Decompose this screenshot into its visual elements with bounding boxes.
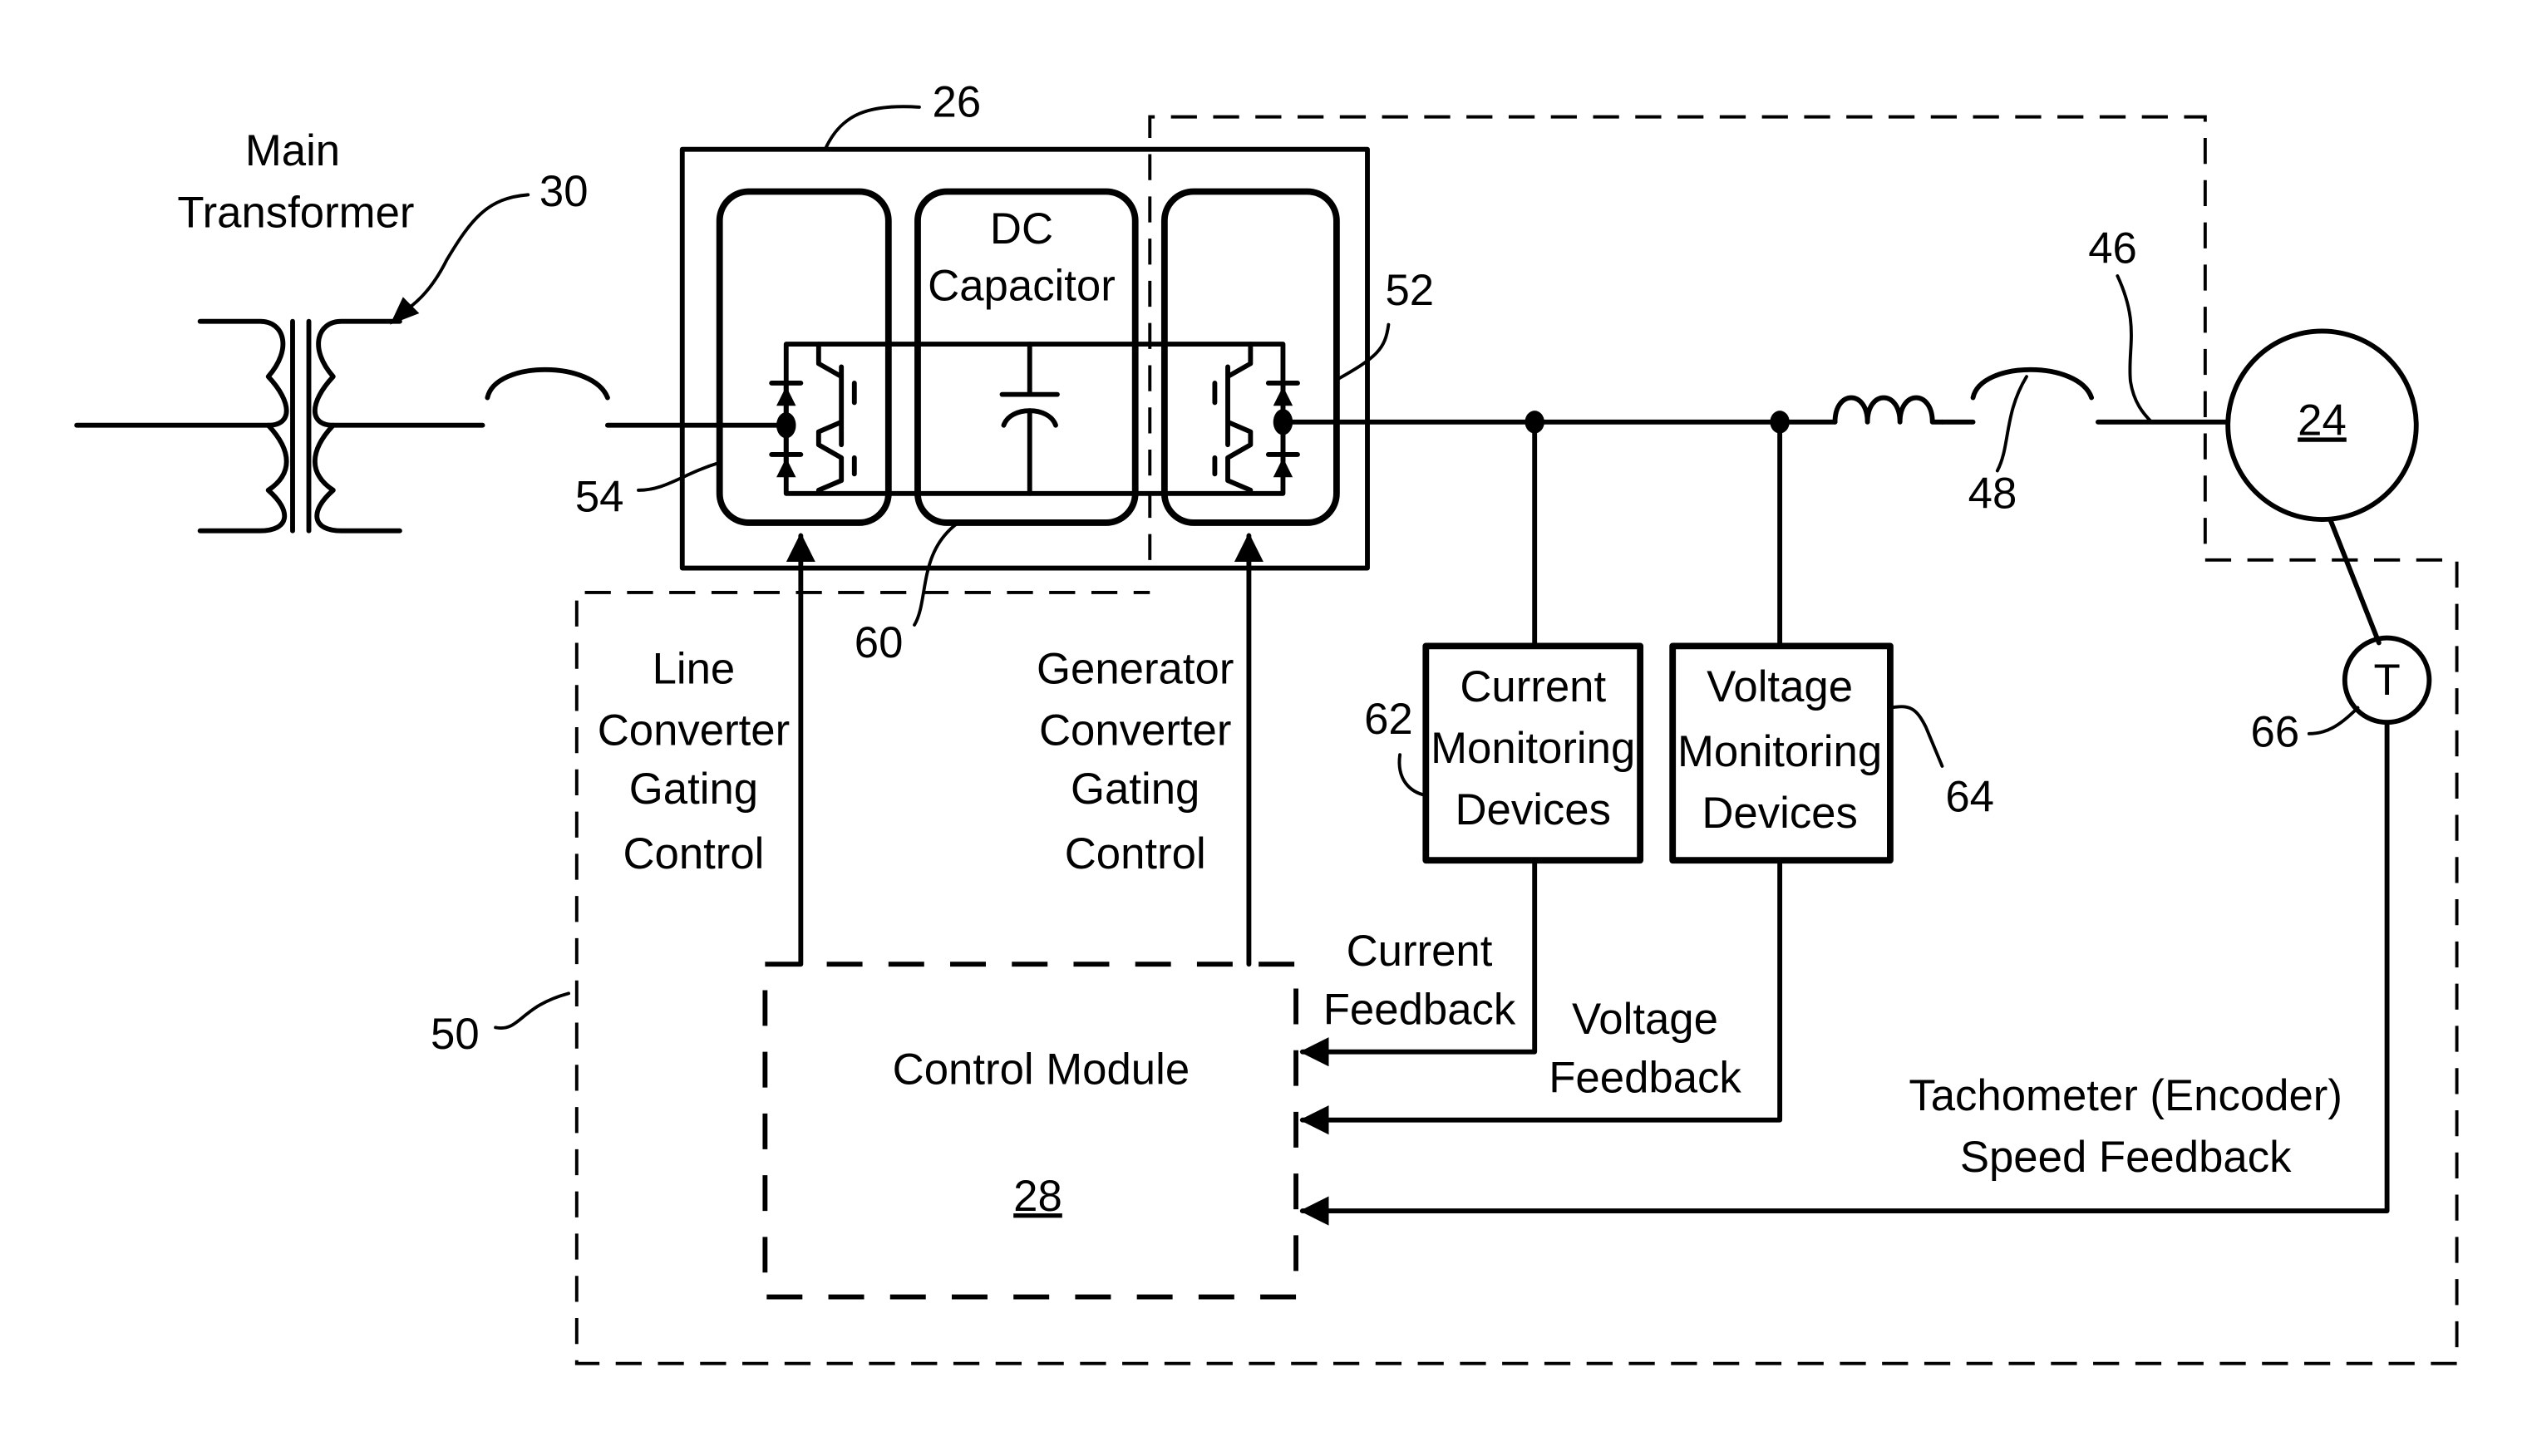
tach-symbol: T <box>2373 656 2400 705</box>
leader-60 <box>913 520 960 627</box>
line-gating-line2: Converter <box>598 706 790 755</box>
ref-64: 64 <box>1945 773 1994 822</box>
power-converter: 26 54 DC Capacitor 52 60 <box>575 78 1434 667</box>
ref-48: 48 <box>1968 469 2017 518</box>
generator-gating-line4: Control <box>1065 829 1206 878</box>
leader-30 <box>393 193 530 320</box>
diode-4 <box>1273 457 1293 478</box>
current-monitoring-line3: Devices <box>1455 785 1611 834</box>
speed-feedback-line2: Speed Feedback <box>1960 1133 2292 1182</box>
dc-label-line1: DC <box>990 204 1053 253</box>
ref-52: 52 <box>1385 266 1434 315</box>
current-monitoring-line1: Current <box>1460 662 1606 711</box>
ref-26: 26 <box>933 78 982 127</box>
transformer-label-line2: Transformer <box>177 188 414 237</box>
leader-62 <box>1397 753 1428 798</box>
voltage-feedback-line1: Voltage <box>1572 995 1718 1044</box>
leader-48 <box>1995 375 2028 473</box>
current-feedback-line2: Feedback <box>1323 985 1516 1034</box>
ref-54: 54 <box>575 472 624 521</box>
converter-control-diagram: Main Transformer 30 26 54 DC Capacitor 5… <box>74 78 2459 1365</box>
ref-30: 30 <box>539 167 589 216</box>
leader-66 <box>2307 706 2360 735</box>
ref-60: 60 <box>855 618 904 667</box>
line-gating-line3: Gating <box>629 765 758 814</box>
leader-50 <box>494 991 570 1031</box>
leader-46 <box>2116 274 2154 424</box>
current-monitoring-line2: Monitoring <box>1431 724 1635 773</box>
leader-52 <box>1334 322 1391 381</box>
diode-3 <box>1273 386 1293 406</box>
generator-gating-line2: Converter <box>1039 706 1231 755</box>
current-feedback-line1: Current <box>1347 927 1493 976</box>
ref-28: 28 <box>1013 1172 1062 1221</box>
ref-24: 24 <box>2298 396 2347 445</box>
shaft-to-tach <box>2328 517 2382 646</box>
line-igbts <box>815 342 857 493</box>
dc-label-line2: Capacitor <box>928 261 1116 310</box>
leader-26 <box>823 105 921 151</box>
generator-gating-line3: Gating <box>1071 765 1199 814</box>
control-module-label: Control Module <box>893 1045 1190 1094</box>
gen-igbts <box>1212 342 1254 493</box>
line-gating-line4: Control <box>623 829 764 878</box>
speed-feedback-line1: Tachometer (Encoder) <box>1909 1071 2342 1120</box>
main-transformer: Main Transformer 30 <box>74 126 589 534</box>
tachometer: T 66 <box>2251 635 2432 756</box>
line-ac-node <box>776 412 796 439</box>
leader-54 <box>637 460 722 492</box>
ref-50: 50 <box>431 1010 480 1059</box>
ref-46: 46 <box>2088 224 2137 273</box>
generator-breaker <box>1970 367 2095 401</box>
transformer-breaker <box>485 367 610 401</box>
voltage-monitoring-line2: Monitoring <box>1677 727 1882 776</box>
dc-bus <box>783 342 1286 496</box>
ref-66: 66 <box>2251 707 2300 756</box>
generator: 24 <box>2225 328 2419 522</box>
line-converter-module <box>716 188 892 526</box>
diode-1 <box>776 386 796 406</box>
voltage-monitoring-line3: Devices <box>1702 789 1858 838</box>
line-inductor <box>1832 395 1945 425</box>
transformer-label-line1: Main <box>245 126 340 175</box>
generator-gating-line1: Generator <box>1037 644 1234 693</box>
ref-62: 62 <box>1364 695 1413 744</box>
line-gating-line1: Line <box>653 644 736 693</box>
diode-2 <box>776 457 796 478</box>
control-module-box <box>762 962 1298 1300</box>
leader-64 <box>1888 705 1944 768</box>
voltage-monitoring-line1: Voltage <box>1707 662 1853 711</box>
voltage-feedback-line2: Feedback <box>1549 1053 1741 1102</box>
